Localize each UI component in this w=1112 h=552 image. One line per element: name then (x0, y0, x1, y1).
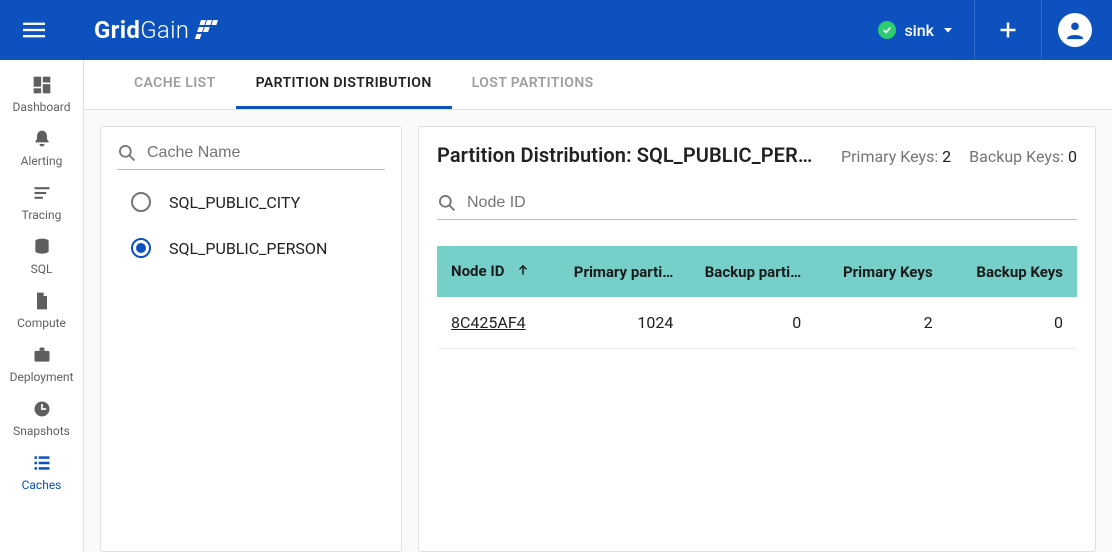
tab-label: LOST PARTITIONS (472, 75, 594, 91)
col-primary-keys[interactable]: Primary Keys (815, 246, 946, 297)
distribution-panel: Partition Distribution: SQL_PUBLIC_PERS…… (418, 126, 1096, 552)
col-label: Backup Keys (976, 263, 1063, 281)
divider (1041, 0, 1042, 60)
nav-sql[interactable]: SQL (0, 230, 84, 284)
left-nav: Dashboard Alerting Tracing SQL Compute (0, 60, 84, 552)
clock-icon (31, 398, 53, 420)
col-primary-partitions[interactable]: Primary parti… (558, 246, 687, 297)
node-search-input[interactable] (467, 194, 1077, 212)
radio-icon (131, 238, 151, 258)
add-button[interactable] (981, 0, 1035, 60)
file-icon (31, 290, 53, 312)
distribution-title: Partition Distribution: SQL_PUBLIC_PERS… (437, 143, 823, 167)
menu-icon (23, 19, 45, 41)
backup-keys-stat: Backup Keys: 0 (969, 147, 1077, 166)
brand-mark-icon (195, 18, 219, 46)
nav-snapshots[interactable]: Snapshots (0, 392, 84, 446)
tab-partition-distribution[interactable]: PARTITION DISTRIBUTION (236, 60, 452, 109)
stat-label: Primary Keys: (841, 147, 938, 166)
nav-label: SQL (31, 262, 53, 276)
cache-item[interactable]: SQL_PUBLIC_CITY (131, 192, 385, 212)
cache-name: SQL_PUBLIC_CITY (169, 193, 300, 212)
nav-deployment[interactable]: Deployment (0, 338, 84, 392)
cache-list-panel: SQL_PUBLIC_CITY SQL_PUBLIC_PERSON (100, 126, 402, 552)
node-search[interactable] (437, 193, 1077, 220)
node-id-link[interactable]: 8C425AF4 (451, 313, 526, 332)
col-label: Backup parti… (705, 263, 801, 281)
nav-label: Caches (22, 478, 62, 492)
stat-label: Backup Keys: (969, 147, 1064, 166)
divider (974, 0, 975, 60)
bell-icon (31, 128, 53, 150)
radio-icon (131, 192, 151, 212)
brand-logo[interactable]: GridGain (94, 16, 219, 44)
search-icon (117, 143, 137, 163)
cell-node-id[interactable]: 8C425AF4 (437, 297, 558, 349)
database-icon (31, 236, 53, 258)
cell-backup-keys: 0 (947, 297, 1077, 349)
nav-label: Deployment (10, 370, 74, 384)
nav-dashboard[interactable]: Dashboard (0, 68, 84, 122)
cache-item[interactable]: SQL_PUBLIC_PERSON (131, 238, 385, 258)
tab-label: CACHE LIST (134, 75, 216, 91)
col-backup-partitions[interactable]: Backup parti… (687, 246, 815, 297)
top-bar: GridGain sink (0, 0, 1112, 60)
stat-value: 0 (1068, 147, 1077, 166)
nav-tracing[interactable]: Tracing (0, 176, 84, 230)
chevron-down-icon (942, 24, 954, 36)
cache-list: SQL_PUBLIC_CITY SQL_PUBLIC_PERSON (117, 170, 385, 258)
nav-label: Dashboard (12, 100, 70, 114)
nav-label: Tracing (22, 208, 62, 222)
col-label: Primary parti… (574, 263, 674, 281)
nav-compute[interactable]: Compute (0, 284, 84, 338)
account-button[interactable] (1048, 0, 1102, 60)
tab-cache-list[interactable]: CACHE LIST (114, 60, 236, 109)
tab-label: PARTITION DISTRIBUTION (256, 75, 432, 91)
brand-text-strong: Grid (94, 16, 140, 44)
list-icon (31, 452, 53, 474)
status-ok-icon (878, 21, 896, 39)
cache-name: SQL_PUBLIC_PERSON (169, 239, 327, 258)
search-icon (437, 193, 457, 213)
nav-label: Snapshots (13, 424, 70, 438)
avatar-icon (1058, 13, 1092, 47)
nav-label: Alerting (21, 154, 63, 168)
plus-icon (998, 20, 1018, 40)
nav-caches[interactable]: Caches (0, 446, 84, 500)
sort-asc-icon (516, 263, 530, 281)
main: CACHE LIST PARTITION DISTRIBUTION LOST P… (84, 60, 1112, 552)
cell-primary-partitions: 1024 (558, 297, 687, 349)
table-row: 8C425AF4 1024 0 2 0 (437, 297, 1077, 349)
tracing-icon (31, 182, 53, 204)
table-header-row: Node ID Primary parti… Backup parti… Pri… (437, 246, 1077, 297)
dashboard-icon (31, 74, 53, 96)
briefcase-icon (31, 344, 53, 366)
nav-alerting[interactable]: Alerting (0, 122, 84, 176)
brand-text-light: Gain (140, 16, 189, 44)
tab-lost-partitions[interactable]: LOST PARTITIONS (452, 60, 614, 109)
col-label: Node ID (451, 262, 504, 280)
nav-label: Compute (17, 316, 66, 330)
cluster-selector[interactable]: sink (864, 0, 968, 60)
col-node-id[interactable]: Node ID (437, 246, 558, 297)
cell-primary-keys: 2 (815, 297, 946, 349)
cache-search-input[interactable] (147, 144, 385, 162)
tab-bar: CACHE LIST PARTITION DISTRIBUTION LOST P… (84, 60, 1112, 110)
distribution-header: Partition Distribution: SQL_PUBLIC_PERS…… (437, 143, 1077, 167)
cache-search[interactable] (117, 143, 385, 170)
distribution-table: Node ID Primary parti… Backup parti… Pri… (437, 246, 1077, 349)
col-backup-keys[interactable]: Backup Keys (947, 246, 1077, 297)
cell-backup-partitions: 0 (687, 297, 815, 349)
primary-keys-stat: Primary Keys: 2 (841, 147, 951, 166)
stat-value: 2 (942, 147, 951, 166)
menu-button[interactable] (14, 10, 54, 50)
col-label: Primary Keys (843, 263, 933, 281)
cluster-name: sink (904, 21, 934, 40)
